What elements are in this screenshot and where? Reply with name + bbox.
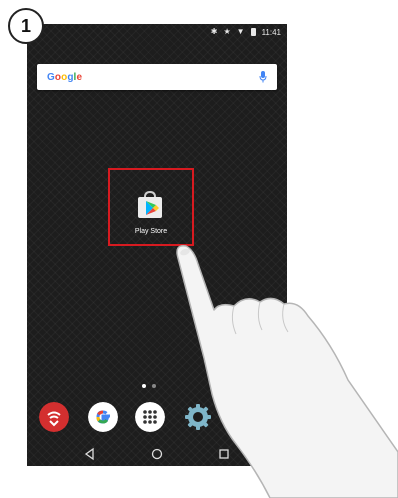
battery-icon [250,28,256,36]
google-app-icon[interactable] [88,402,118,432]
step-number-badge: 1 [8,8,44,44]
pointing-hand-illustration [176,245,398,498]
mic-icon[interactable] [259,71,267,83]
google-logo: Google [47,71,83,83]
back-icon[interactable] [83,447,97,461]
bluetooth-icon: ✱ [210,27,218,36]
status-time: 11:41 [261,27,281,37]
status-bar: ✱ ★ ▼ 11:41 [27,24,287,40]
play-store-icon[interactable] [133,188,167,222]
wifi-icon: ▼ [236,27,245,36]
page-dot [142,384,146,388]
star-icon: ★ [223,27,231,36]
page-indicator [142,384,156,388]
page-dot [152,384,156,388]
google-search-bar[interactable]: Google [37,64,277,90]
wifi-app-icon[interactable] [39,402,69,432]
